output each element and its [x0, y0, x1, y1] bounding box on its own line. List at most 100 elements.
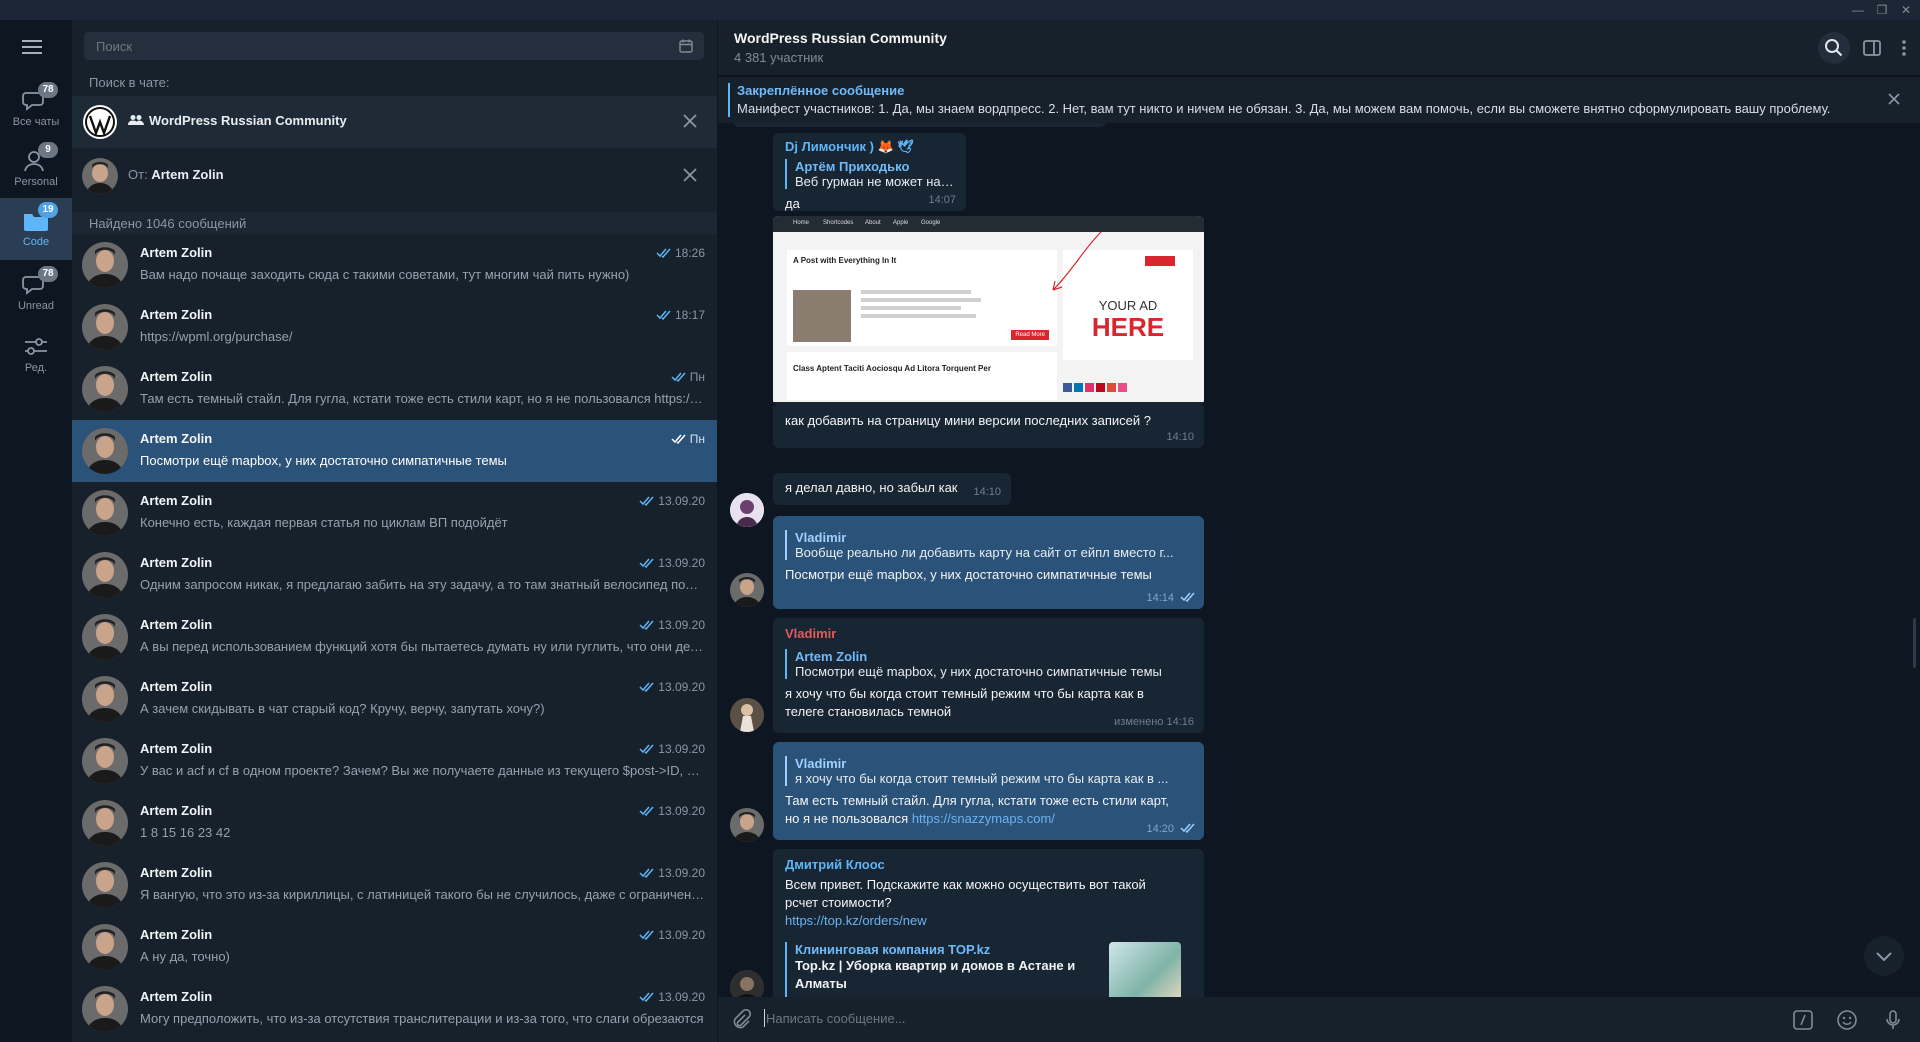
- close-icon[interactable]: [681, 112, 699, 130]
- double-check-icon: [639, 992, 654, 1002]
- from-prefix: От:: [128, 167, 148, 182]
- search-result-row[interactable]: Artem Zolin 13.09.20 Могу предположить, чт…: [72, 978, 717, 1040]
- image-navbar: Home Shortcodes About Apple Google: [773, 216, 1204, 232]
- avatar[interactable]: [730, 808, 764, 842]
- search-result-row[interactable]: Artem Zolin 13.09.20 У вас и acf и cf в од…: [72, 730, 717, 792]
- search-result-row[interactable]: Artem Zolin Пн Посмотри ещё mapbox, у них …: [72, 420, 717, 482]
- reply-quote[interactable]: Артём Приходько Веб гурман не может найт…: [785, 159, 954, 189]
- message-link[interactable]: https://top.kz/orders/new: [785, 912, 1192, 930]
- image-social-icons: [1063, 380, 1127, 395]
- from-tag-text: От: Artem Zolin: [128, 167, 224, 182]
- search-button[interactable]: [1818, 32, 1850, 64]
- result-text: 1 8 15 16 23 42: [140, 825, 231, 840]
- text-caret: [764, 1009, 765, 1027]
- message-author: Vladimir: [785, 626, 837, 641]
- avatar[interactable]: [730, 698, 764, 732]
- quote-text: Веб гурман не может найти к...: [795, 174, 954, 189]
- folder-unread[interactable]: 78 Unread: [0, 262, 72, 322]
- avatar: [82, 428, 128, 474]
- search-result-row[interactable]: Artem Zolin 13.09.20 А ну да, точно): [72, 916, 717, 978]
- link-preview[interactable]: Клининговая компания TOP.kz Top.kz | Убо…: [785, 942, 1192, 997]
- search-result-row[interactable]: Artem Zolin 13.09.20 1 8 15 16 23 42: [72, 792, 717, 854]
- quote-text: Вообще реально ли добавить карту на сайт…: [795, 545, 1174, 560]
- search-result-row[interactable]: Artem Zolin Пн Там есть темный стайл. Для …: [72, 358, 717, 420]
- search-placeholder: Поиск: [96, 39, 133, 54]
- image-post-card: A Post with Everything In It Read More: [787, 250, 1057, 346]
- bot-command-icon[interactable]: [1792, 1009, 1814, 1031]
- reply-quote[interactable]: Vladimir Вообще реально ли добавить карт…: [785, 530, 1192, 560]
- close-window-button[interactable]: ✕: [1894, 1, 1918, 19]
- more-button[interactable]: [1888, 32, 1920, 64]
- message-text: Посмотри ещё mapbox, у них достаточно си…: [785, 567, 1152, 582]
- microphone-icon[interactable]: [1882, 1009, 1904, 1031]
- search-result-row[interactable]: Artem Zolin 13.09.20 А зачем скидывать в ч…: [72, 668, 717, 730]
- folder-personal[interactable]: 9 Personal: [0, 138, 72, 198]
- folder-edit[interactable]: Ред.: [0, 324, 72, 384]
- hamburger-menu-icon[interactable]: [22, 40, 50, 60]
- reply-quote[interactable]: Artem Zolin Посмотри ещё mapbox, у них д…: [785, 649, 1192, 679]
- result-time: 18:26: [674, 246, 705, 260]
- reply-quote[interactable]: Vladimir я хочу что бы когда стоит темны…: [785, 756, 1192, 786]
- search-result-row[interactable]: Artem Zolin 13.09.20 Одним запросом никак,…: [72, 544, 717, 606]
- search-input[interactable]: Поиск: [84, 32, 704, 60]
- search-in-chat-label: Поиск в чате:: [89, 75, 170, 90]
- message-bubble[interactable]: Dj Лимончик ) 🦊 🕊 Артём Приходько Веб гу…: [773, 133, 966, 211]
- minimize-button[interactable]: —: [1846, 1, 1870, 19]
- restore-button[interactable]: ❐: [1870, 1, 1894, 19]
- folder-label: Ред.: [24, 362, 48, 374]
- image-nav-item: About: [865, 220, 881, 226]
- pinned-message[interactable]: Закреплённое сообщение Манифест участник…: [718, 77, 1920, 123]
- folder-label: Personal: [14, 176, 58, 188]
- message-bubble-image[interactable]: Home Shortcodes About Apple Google A Pos…: [773, 216, 1204, 406]
- result-text: Конечно есть, каждая первая статья по ци…: [140, 515, 508, 530]
- avatar[interactable]: [730, 970, 764, 997]
- double-check-icon: [639, 806, 654, 816]
- from-user: Artem Zolin: [151, 167, 224, 182]
- search-result-row[interactable]: Artem Zolin 18:26 Вам надо почаще заходить…: [72, 234, 717, 296]
- message-time: 14:07: [928, 194, 956, 206]
- double-check-icon: [671, 372, 686, 382]
- quote-author: Vladimir: [795, 530, 847, 545]
- folder-code[interactable]: 19 Code: [0, 198, 72, 260]
- message-time: 14:10: [973, 486, 1001, 498]
- search-result-row[interactable]: Artem Zolin 13.09.20 А вы перед использова…: [72, 606, 717, 668]
- scroll-down-button[interactable]: [1864, 936, 1904, 976]
- search-result-row[interactable]: Artem Zolin 13.09.20 Конечно есть, каждая …: [72, 482, 717, 544]
- screenshot-image[interactable]: Home Shortcodes About Apple Google A Pos…: [773, 216, 1204, 402]
- calendar-icon[interactable]: [678, 38, 694, 54]
- message-bubble[interactable]: Дмитрий Клоос Всем привет. Подскажите ка…: [773, 849, 1204, 997]
- sidebar-toggle-button[interactable]: [1856, 32, 1888, 64]
- message-link[interactable]: https://snazzymaps.com/: [912, 811, 1055, 826]
- message-bubble-outgoing[interactable]: Vladimir я хочу что бы когда стоит темны…: [773, 742, 1204, 840]
- pinned-text: Манифест участников: 1. Да, мы знаем вор…: [737, 101, 1831, 116]
- folder-all-chats[interactable]: 78 Все чаты: [0, 78, 72, 138]
- more-vertical-icon: [1902, 40, 1906, 56]
- search-result-row[interactable]: Artem Zolin 13.09.20 Я вангую, что это из-…: [72, 854, 717, 916]
- image-nav-item: Apple: [893, 220, 909, 226]
- image-ad-line1: YOUR AD: [1098, 298, 1158, 313]
- search-result-row[interactable]: Artem Zolin 18:17 https://wpml.org/purchas…: [72, 296, 717, 358]
- message-bubble[interactable]: я делал давно, но забыл как 14:10: [773, 473, 1011, 505]
- avatar[interactable]: [730, 493, 764, 527]
- quote-author: Vladimir: [795, 756, 847, 771]
- message-bubble-outgoing[interactable]: Vladimir Вообще реально ли добавить карт…: [773, 516, 1204, 609]
- chat-title[interactable]: WordPress Russian Community: [734, 30, 947, 46]
- paperclip-icon[interactable]: [730, 1009, 752, 1031]
- scrollbar[interactable]: [1913, 618, 1916, 668]
- result-text: Там есть темный стайл. Для гугла, кстати…: [140, 391, 705, 406]
- result-time: 13.09.20: [658, 618, 705, 632]
- result-text: Вам надо почаще заходить сюда с такими с…: [140, 267, 630, 282]
- message-bubble[interactable]: как добавить на страницу мини версии пос…: [773, 406, 1204, 448]
- message-bubble[interactable]: Vladimir Artem Zolin Посмотри ещё mapbox…: [773, 618, 1204, 733]
- message-input[interactable]: Написать сообщение...: [766, 1011, 906, 1026]
- double-check-icon: [1180, 823, 1195, 833]
- result-author: Artem Zolin: [140, 555, 213, 570]
- close-icon[interactable]: [1886, 91, 1902, 107]
- emoji-icon[interactable]: [1836, 1009, 1858, 1031]
- message-text: Всем привет. Подскажите как можно осущес…: [785, 877, 1146, 910]
- avatar[interactable]: [730, 573, 764, 607]
- result-time: 13.09.20: [658, 804, 705, 818]
- result-author: Artem Zolin: [140, 369, 213, 384]
- double-check-icon: [656, 248, 671, 258]
- close-icon[interactable]: [681, 166, 699, 184]
